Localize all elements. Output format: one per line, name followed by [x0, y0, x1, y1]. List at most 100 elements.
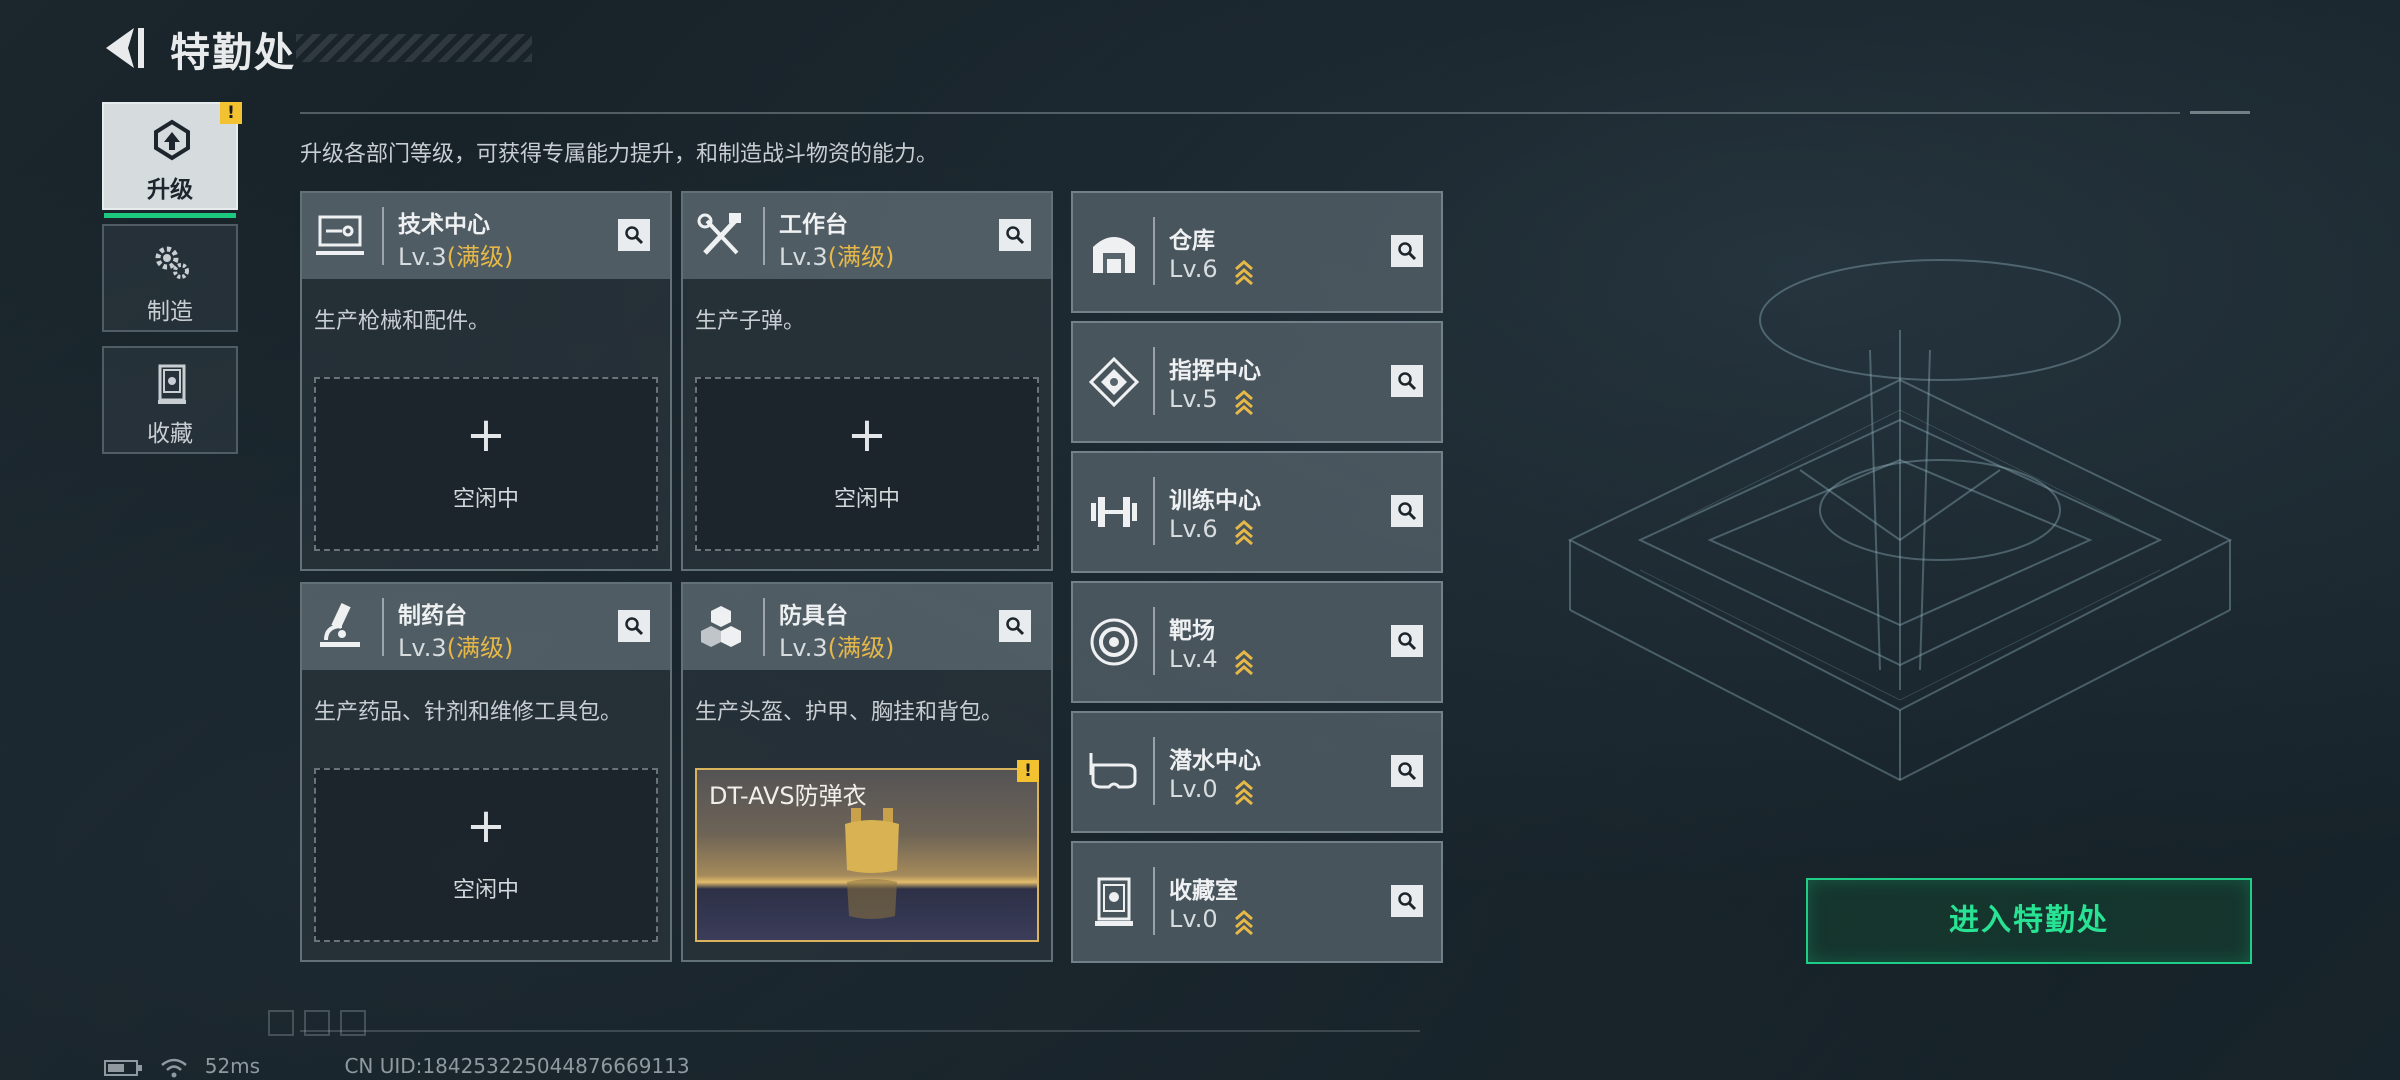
tab-collection[interactable]: 收藏: [102, 346, 238, 454]
dept-header: 防具台 Lv.3(满级): [683, 584, 1051, 670]
building-row-diving-center[interactable]: 潜水中心 Lv.0: [1071, 711, 1443, 833]
search-button[interactable]: [1391, 625, 1423, 657]
search-button[interactable]: [618, 610, 650, 642]
idle-label: 空闲中: [833, 487, 900, 512]
search-icon: [1398, 762, 1417, 781]
search-button[interactable]: [999, 219, 1031, 251]
search-button[interactable]: [999, 610, 1031, 642]
max-level-tag: (满级): [446, 634, 514, 662]
dept-card-pharmacy[interactable]: 制药台 Lv.3(满级) 生产药品、针剂和维修工具包。 + 空闲中: [300, 582, 672, 962]
top-divider: [300, 112, 2180, 114]
building-level: Lv.5: [1169, 385, 1218, 413]
wifi-icon: [161, 1058, 188, 1077]
dept-level: Lv.3(满级): [779, 243, 895, 271]
tab-craft[interactable]: 制造: [102, 224, 238, 332]
search-icon: [1006, 226, 1025, 245]
dept-level: Lv.3(满级): [398, 634, 514, 662]
building-name: 收藏室: [1169, 878, 1238, 904]
idle-slot[interactable]: + 空闲中: [314, 377, 658, 551]
building-level: Lv.6: [1169, 255, 1218, 283]
ping-value: 52ms: [204, 1054, 261, 1078]
uid-text: CN UID:18425322504487666​9113: [344, 1054, 690, 1078]
dept-name: 技术中心: [398, 212, 490, 238]
warehouse-icon: [1093, 237, 1135, 273]
dept-level: Lv.3(满级): [779, 634, 895, 662]
tab-craft-label: 制造: [147, 299, 193, 325]
dept-description: 生产枪械和配件。: [314, 309, 491, 334]
dept-card-tech-center[interactable]: 技术中心 Lv.3(满级) 生产枪械和配件。 + 空闲中: [300, 191, 672, 571]
battery-icon: [104, 1059, 142, 1076]
search-button[interactable]: [1391, 235, 1423, 267]
search-button[interactable]: [618, 219, 650, 251]
building-row-warehouse[interactable]: 仓库 Lv.6: [1071, 191, 1443, 313]
dept-description: 生产头盔、护甲、胸挂和背包。: [695, 700, 1004, 725]
tab-upgrade[interactable]: 升级 !: [102, 102, 242, 218]
base-blueprint-illustration: [1567, 259, 2233, 782]
title-decoration: [296, 34, 532, 62]
back-button[interactable]: [100, 22, 150, 74]
enter-special-ops-button[interactable]: 进入特勤处: [1806, 878, 2252, 964]
search-button[interactable]: [1391, 365, 1423, 397]
decorative-square: [268, 1010, 294, 1036]
tools-icon: [697, 213, 741, 255]
top-divider-end: [2190, 111, 2250, 114]
dumbbell-icon: [1091, 497, 1137, 527]
plus-icon: +: [465, 407, 507, 463]
search-button[interactable]: [1391, 495, 1423, 527]
armor-cubes-icon: [701, 606, 741, 647]
search-icon: [1398, 892, 1417, 911]
building-level: Lv.6: [1169, 515, 1218, 543]
max-level-tag: (满级): [827, 634, 895, 662]
building-row-shooting-range[interactable]: 靶场 Lv.4: [1071, 581, 1443, 703]
decorative-square: [340, 1010, 366, 1036]
idle-label: 空闲中: [452, 878, 519, 903]
dept-level: Lv.3(满级): [398, 243, 514, 271]
max-level-tag: (满级): [446, 243, 514, 271]
upgrade-chevron-icon: [1235, 910, 1253, 935]
dept-header: 技术中心 Lv.3(满级): [302, 193, 670, 279]
building-name: 潜水中心: [1169, 748, 1261, 774]
building-row-collection-room[interactable]: 收藏室 Lv.0: [1071, 841, 1443, 963]
search-icon: [625, 226, 644, 245]
building-name: 指挥中心: [1169, 358, 1261, 384]
upgrade-chevron-icon: [1235, 260, 1253, 285]
search-icon: [1006, 617, 1025, 636]
search-icon: [1398, 372, 1417, 391]
building-row-command-center[interactable]: 指挥中心 Lv.5: [1071, 321, 1443, 443]
idle-slot[interactable]: + 空闲中: [314, 768, 658, 942]
diving-mask-icon: [1089, 753, 1137, 789]
computer-icon: [316, 215, 364, 255]
tab-collection-label: 收藏: [147, 421, 193, 447]
upgrade-chevron-icon: [1235, 520, 1253, 545]
building-name: 训练中心: [1169, 488, 1261, 514]
display-case-icon: [1095, 877, 1133, 926]
dept-name: 制药台: [398, 603, 467, 629]
search-button[interactable]: [1391, 885, 1423, 917]
bottom-divider: [300, 1030, 1420, 1032]
building-row-training-center[interactable]: 训练中心 Lv.6: [1071, 451, 1443, 573]
building-level: Lv.0: [1169, 905, 1218, 933]
body-armor-icon: [845, 808, 899, 919]
decorative-square: [304, 1010, 330, 1036]
dept-header: 制药台 Lv.3(满级): [302, 584, 670, 670]
dept-card-armor-bench[interactable]: 防具台 Lv.3(满级) 生产头盔、护甲、胸挂和背包。 DT-AVS防弹衣 !: [681, 582, 1053, 962]
target-icon: [1090, 618, 1138, 666]
tab-upgrade-label: 升级: [147, 177, 193, 203]
idle-slot[interactable]: + 空闲中: [695, 377, 1039, 551]
dept-card-workbench[interactable]: 工作台 Lv.3(满级) 生产子弹。 + 空闲中: [681, 191, 1053, 571]
search-icon: [1398, 632, 1417, 651]
max-level-tag: (满级): [827, 243, 895, 271]
microscope-icon: [320, 603, 360, 647]
dept-description: 生产子弹。: [695, 309, 806, 334]
dept-name: 工作台: [779, 212, 848, 238]
crafting-product-slot[interactable]: DT-AVS防弹衣: [695, 768, 1039, 942]
page-title: 特勤处: [170, 30, 296, 76]
status-footer: 52ms CN UID:18425322504487666​9113: [104, 1054, 708, 1079]
upgrade-chevron-icon: [1235, 390, 1253, 415]
search-button[interactable]: [1391, 755, 1423, 787]
building-name: 仓库: [1169, 228, 1215, 254]
upgrade-icon: [154, 119, 190, 161]
collection-icon: [158, 364, 186, 404]
plus-icon: +: [465, 798, 507, 854]
idle-label: 空闲中: [452, 487, 519, 512]
